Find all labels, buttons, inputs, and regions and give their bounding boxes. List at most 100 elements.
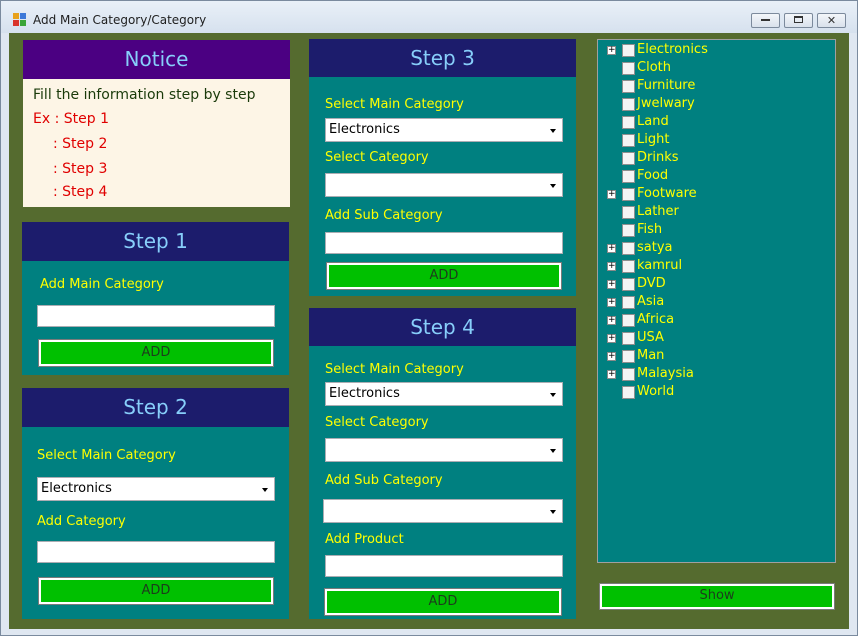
- tree-node-label[interactable]: Drinks: [637, 150, 679, 165]
- tree-node[interactable]: + Footware: [598, 185, 828, 203]
- step4-title: Step 4: [309, 308, 576, 346]
- step3-add-button[interactable]: ADD: [327, 263, 561, 289]
- notice-step-3: : Step 3: [53, 161, 108, 177]
- tree-node[interactable]: Lather: [598, 203, 828, 221]
- tree-node[interactable]: + USA: [598, 329, 828, 347]
- expand-plus-icon[interactable]: +: [607, 316, 616, 325]
- expand-plus-icon[interactable]: +: [607, 46, 616, 55]
- tree-node[interactable]: + DVD: [598, 275, 828, 293]
- category-tree[interactable]: + Electronics Cloth Furniture Jwelwary Land Li…: [597, 39, 836, 563]
- tree-node-label[interactable]: Furniture: [637, 78, 695, 93]
- tree-node-checkbox[interactable]: [622, 116, 635, 129]
- category-input[interactable]: [37, 541, 275, 563]
- main-category-input[interactable]: [37, 305, 275, 327]
- tree-node-label[interactable]: Asia: [637, 294, 664, 309]
- product-input[interactable]: [325, 555, 563, 577]
- tree-node-checkbox[interactable]: [622, 332, 635, 345]
- tree-node-label[interactable]: Jwelwary: [637, 96, 695, 111]
- tree-node[interactable]: Furniture: [598, 77, 828, 95]
- tree-node[interactable]: + Africa: [598, 311, 828, 329]
- expand-plus-icon[interactable]: +: [607, 280, 616, 289]
- tree-node-label[interactable]: Cloth: [637, 60, 671, 75]
- tree-node-checkbox[interactable]: [622, 278, 635, 291]
- tree-node[interactable]: + Man: [598, 347, 828, 365]
- tree-node-checkbox[interactable]: [622, 152, 635, 165]
- tree-node-checkbox[interactable]: [622, 242, 635, 255]
- tree-node-label[interactable]: Land: [637, 114, 669, 129]
- close-button[interactable]: ✕: [817, 13, 846, 28]
- tree-node-checkbox[interactable]: [622, 98, 635, 111]
- expand-plus-icon[interactable]: +: [607, 334, 616, 343]
- tree-node[interactable]: Drinks: [598, 149, 828, 167]
- step1-title: Step 1: [22, 222, 289, 261]
- tree-node-checkbox[interactable]: [622, 206, 635, 219]
- step4-category-select[interactable]: [325, 438, 563, 462]
- tree-node-checkbox[interactable]: [622, 386, 635, 399]
- tree-node-checkbox[interactable]: [622, 44, 635, 57]
- step4-select-main-label: Select Main Category: [325, 362, 464, 377]
- expand-plus-icon[interactable]: +: [607, 352, 616, 361]
- tree-node-label[interactable]: Malaysia: [637, 366, 694, 381]
- tree-node-label[interactable]: Africa: [637, 312, 674, 327]
- tree-node-checkbox[interactable]: [622, 296, 635, 309]
- tree-node-checkbox[interactable]: [622, 224, 635, 237]
- step1-add-button[interactable]: ADD: [39, 340, 273, 366]
- tree-node[interactable]: Land: [598, 113, 828, 131]
- step4-sub-category-select[interactable]: [323, 499, 563, 523]
- tree-node-checkbox[interactable]: [622, 260, 635, 273]
- step3-add-sub-label: Add Sub Category: [325, 208, 443, 223]
- expand-plus-icon[interactable]: +: [607, 370, 616, 379]
- add-product-label: Add Product: [325, 532, 404, 547]
- tree-node-checkbox[interactable]: [622, 368, 635, 381]
- expand-plus-icon[interactable]: +: [607, 244, 616, 253]
- tree-node-label[interactable]: Food: [637, 168, 668, 183]
- tree-node-label[interactable]: Man: [637, 348, 664, 363]
- step3-category-select[interactable]: [325, 173, 563, 197]
- tree-node-label[interactable]: Light: [637, 132, 669, 147]
- tree-node-checkbox[interactable]: [622, 80, 635, 93]
- tree-node-checkbox[interactable]: [622, 314, 635, 327]
- step2-main-category-select[interactable]: Electronics: [37, 477, 275, 501]
- tree-node[interactable]: Food: [598, 167, 828, 185]
- step4-add-button[interactable]: ADD: [325, 589, 561, 615]
- tree-node-label[interactable]: USA: [637, 330, 664, 345]
- tree-node[interactable]: Fish: [598, 221, 828, 239]
- expand-plus-icon[interactable]: +: [607, 190, 616, 199]
- tree-node-checkbox[interactable]: [622, 350, 635, 363]
- window-title: Add Main Category/Category: [33, 13, 207, 27]
- tree-node-label[interactable]: kamrul: [637, 258, 682, 273]
- tree-node[interactable]: + kamrul: [598, 257, 828, 275]
- tree-node[interactable]: + Electronics: [598, 41, 828, 59]
- tree-node-label[interactable]: satya: [637, 240, 673, 255]
- tree-node-checkbox[interactable]: [622, 62, 635, 75]
- tree-node[interactable]: Light: [598, 131, 828, 149]
- form-client-area: Notice Fill the information step by step…: [9, 33, 849, 629]
- title-bar[interactable]: Add Main Category/Category ✕: [1, 1, 857, 33]
- step2-add-button[interactable]: ADD: [39, 578, 273, 604]
- tree-node-label[interactable]: Fish: [637, 222, 662, 237]
- tree-node[interactable]: + Asia: [598, 293, 828, 311]
- expand-plus-icon[interactable]: +: [607, 262, 616, 271]
- tree-node[interactable]: + Malaysia: [598, 365, 828, 383]
- tree-node-checkbox[interactable]: [622, 134, 635, 147]
- step3-main-category-select[interactable]: Electronics: [325, 118, 563, 142]
- tree-node[interactable]: World: [598, 383, 828, 401]
- minimize-button[interactable]: [751, 13, 780, 28]
- tree-node-label[interactable]: Electronics: [637, 42, 708, 57]
- tree-node[interactable]: Cloth: [598, 59, 828, 77]
- dropdown-arrow-icon: [550, 393, 556, 397]
- tree-node[interactable]: + satya: [598, 239, 828, 257]
- tree-node[interactable]: Jwelwary: [598, 95, 828, 113]
- sub-category-input[interactable]: [325, 232, 563, 254]
- tree-node-label[interactable]: Lather: [637, 204, 679, 219]
- step4-main-category-select[interactable]: Electronics: [325, 382, 563, 406]
- step4-select-category-label: Select Category: [325, 415, 429, 430]
- tree-node-checkbox[interactable]: [622, 170, 635, 183]
- tree-node-label[interactable]: DVD: [637, 276, 666, 291]
- tree-node-checkbox[interactable]: [622, 188, 635, 201]
- show-button[interactable]: Show: [600, 584, 834, 609]
- tree-node-label[interactable]: Footware: [637, 186, 697, 201]
- expand-plus-icon[interactable]: +: [607, 298, 616, 307]
- maximize-button[interactable]: [784, 13, 813, 28]
- tree-node-label[interactable]: World: [637, 384, 674, 399]
